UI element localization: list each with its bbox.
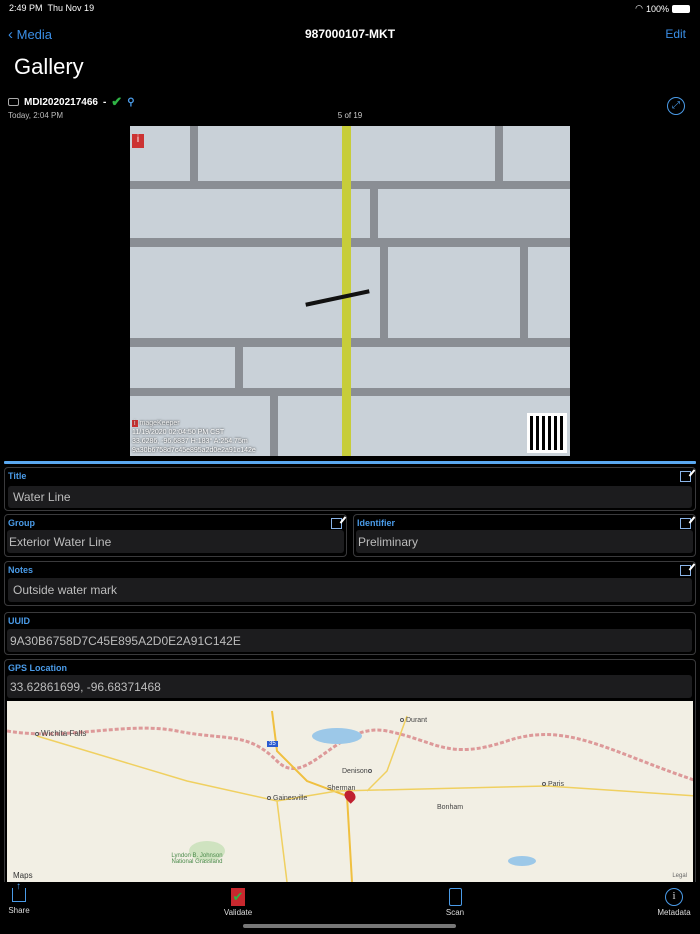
metadata-button[interactable]: i Metadata <box>654 888 694 917</box>
tape-measure <box>342 126 351 456</box>
date: Thu Nov 19 <box>47 3 95 13</box>
wifi-icon: ◠ <box>635 3 643 13</box>
map-label: Denison <box>342 768 374 775</box>
page-title: Gallery <box>14 54 84 79</box>
gps-card: GPS Location 33.62861699, -96.68371468 W… <box>4 659 696 899</box>
field-label: Title <box>8 471 27 481</box>
highway-shield: 35 <box>267 741 278 747</box>
battery-icon <box>672 4 690 13</box>
home-indicator <box>243 924 456 928</box>
qr-code <box>527 413 567 453</box>
uuid-card: UUID 9A30B6758D7C45E895A2D0E2A91C142E <box>4 612 696 655</box>
field-value: Water Line <box>13 490 71 504</box>
scan-label: Scan <box>445 908 465 917</box>
battery-level: 100% <box>645 3 669 14</box>
camera-icon <box>8 98 19 106</box>
identifier-input[interactable]: Preliminary <box>356 530 693 553</box>
photo[interactable]: i i mageKeeper 11/19/2020 02:04:50 PM CS… <box>130 126 570 456</box>
scan-button[interactable]: Scan <box>440 888 470 917</box>
legal-link[interactable]: Legal <box>672 873 687 879</box>
validate-label: Validate <box>223 908 253 917</box>
separator: - <box>102 96 107 108</box>
metadata-label: Metadata <box>657 908 691 917</box>
media-counter: 5 of 19 <box>337 111 363 120</box>
edit-icon[interactable] <box>680 565 691 576</box>
field-value: 33.62861699, -96.68371468 <box>10 679 161 694</box>
edit-button[interactable]: Edit <box>665 27 686 41</box>
media-header: MDI2020217466 - ✔ ⚲ <box>8 94 135 110</box>
map-label: Wichita Falls <box>35 729 86 738</box>
overlay-line: 9a30b6758d7c45e895a2d0e2a91c142e <box>132 447 256 454</box>
info-icon: i <box>665 888 683 906</box>
edit-icon[interactable] <box>331 518 342 529</box>
edit-icon[interactable] <box>680 471 691 482</box>
imagekeeper-logo: i <box>132 134 144 148</box>
expand-icon[interactable]: ⤢ <box>667 97 685 115</box>
watermark: i mageKeeper <box>132 420 180 427</box>
uuid-value: 9A30B6758D7C45E895A2D0E2A91C142E <box>7 629 692 652</box>
field-label: GPS Location <box>8 663 68 673</box>
status-time: 2:49 PM Thu Nov 19 <box>9 3 94 13</box>
map[interactable]: Wichita Falls Durant Denison Sherman Gai… <box>7 701 693 882</box>
field-label: Identifier <box>357 518 396 528</box>
edit-icon[interactable] <box>680 518 691 529</box>
map-label: Paris <box>542 781 564 788</box>
map-label: Durant <box>400 717 427 724</box>
nav-title: 987000107-MKT <box>304 27 396 41</box>
photo-overlay: i mageKeeper 11/19/2020 02:04:50 PM CST … <box>132 419 256 455</box>
share-button[interactable]: ↑ Share <box>6 881 32 915</box>
field-value: Outside water mark <box>13 583 118 597</box>
map-label: Bonham <box>437 804 464 811</box>
field-label: Group <box>8 518 35 528</box>
title-input[interactable]: Water Line <box>8 486 692 508</box>
status-right: ◠ 100% <box>635 3 690 14</box>
map-label: Gainesville <box>267 795 307 802</box>
notes-card: Notes Outside water mark <box>4 561 696 606</box>
field-value: Preliminary <box>358 534 419 549</box>
check-icon: ✔ <box>111 94 123 109</box>
validate-button[interactable]: ✔ Validate <box>220 888 256 917</box>
media-id: MDI2020217466 <box>24 96 98 108</box>
map-label: Lyndon B. Johnson National Grassland <box>171 853 223 865</box>
share-label: Share <box>8 906 30 915</box>
validate-lock-icon: ✔ <box>231 888 245 906</box>
identifier-card: Identifier Preliminary <box>353 514 696 557</box>
notes-input[interactable]: Outside water mark <box>8 578 692 602</box>
maps-brand: Maps <box>13 871 33 880</box>
field-label: UUID <box>8 616 30 626</box>
gps-value: 33.62861699, -96.68371468 <box>7 675 692 698</box>
time: 2:49 PM <box>9 3 43 13</box>
title-card: Title Water Line <box>4 467 696 511</box>
overlay-line: 33.6286, -96.6837 H:183° A:254.75m <box>132 438 248 445</box>
field-value: Exterior Water Line <box>9 534 112 549</box>
overlay-line: 11/19/2020 02:04:50 PM CST <box>132 429 225 436</box>
progress-divider <box>4 461 696 464</box>
group-card: Group Exterior Water Line <box>4 514 347 557</box>
field-value: 9A30B6758D7C45E895A2D0E2A91C142E <box>10 633 241 648</box>
field-label: Notes <box>8 565 34 575</box>
location-pin-icon: ⚲ <box>127 96 135 108</box>
group-input[interactable]: Exterior Water Line <box>7 530 344 553</box>
scan-icon <box>448 888 462 906</box>
share-icon: ↑ <box>12 881 26 902</box>
pen <box>305 289 370 307</box>
